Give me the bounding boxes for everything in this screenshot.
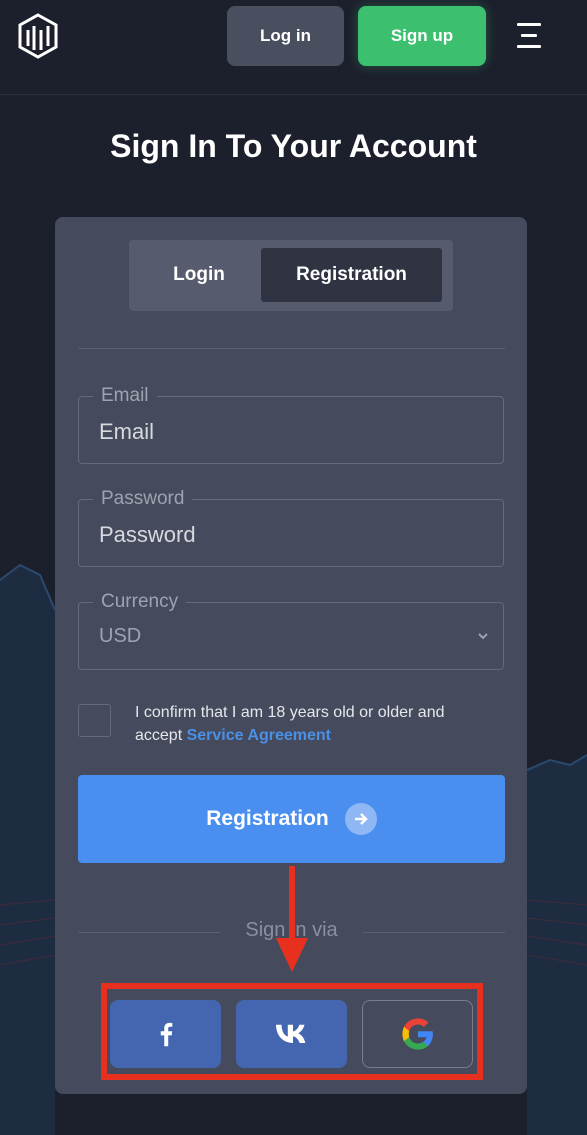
red-arrow-annotation [276,866,308,972]
arrow-right-icon [344,803,377,835]
password-field-wrapper: Password [78,488,504,567]
divider [78,348,505,349]
email-legend: Email [93,385,157,407]
age-confirm-label: I confirm that I am 18 years old or olde… [135,701,485,747]
divider [363,932,505,933]
currency-value: USD [99,625,142,647]
registration-submit-label: Registration [206,807,329,830]
top-navigation-bar: Log in Sign up [0,0,587,95]
tab-login[interactable]: Login [137,248,261,302]
password-legend: Password [93,488,193,510]
currency-select[interactable]: Currency USD [78,591,504,670]
auth-tabs: Login Registration [129,240,453,311]
tab-registration[interactable]: Registration [261,248,442,302]
hamburger-menu-icon[interactable] [517,23,543,49]
chevron-down-icon [478,633,488,640]
page-title: Sign In To Your Account [110,128,477,164]
service-agreement-link[interactable]: Service Agreement [187,727,331,744]
header-login-button[interactable]: Log in [227,6,344,66]
brand-logo-icon[interactable] [17,13,59,59]
age-confirm-checkbox[interactable] [78,704,111,737]
social-highlight-annotation [101,983,483,1080]
header-signup-button[interactable]: Sign up [358,6,486,66]
currency-legend: Currency [93,591,187,613]
email-field-wrapper: Email [78,385,504,464]
email-field[interactable] [99,419,479,445]
password-field[interactable] [99,522,479,548]
registration-submit-button[interactable]: Registration [78,775,505,863]
